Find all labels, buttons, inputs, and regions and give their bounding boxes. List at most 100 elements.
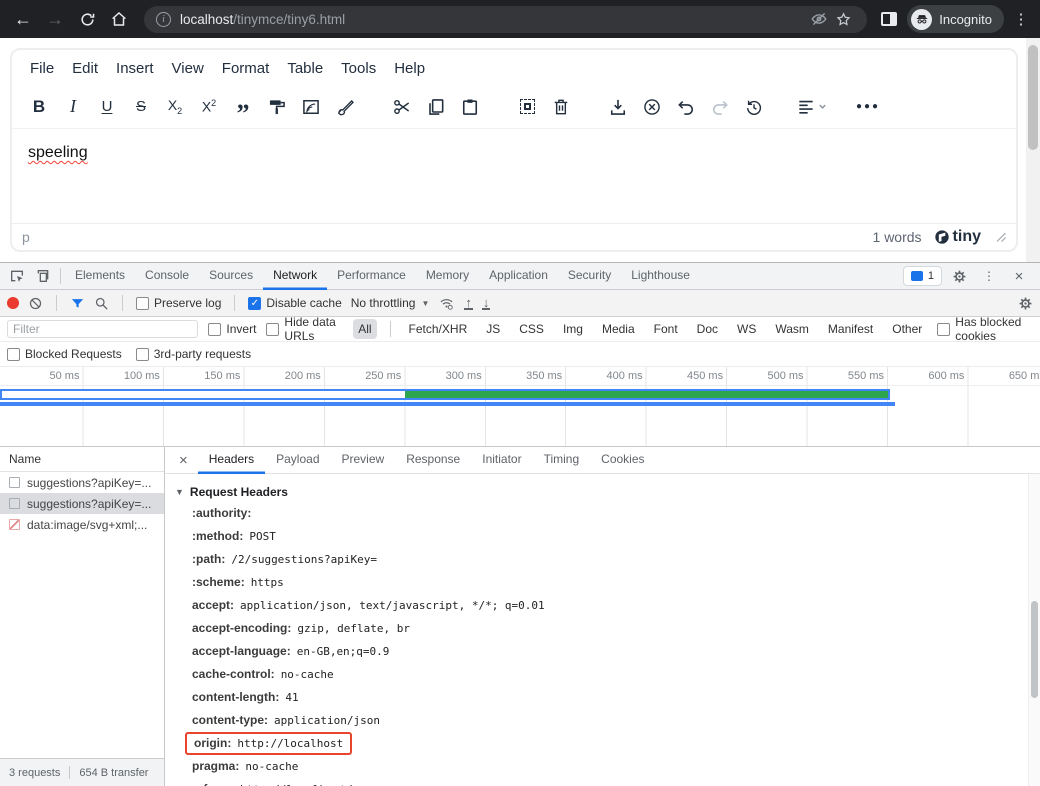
scrollbar-thumb[interactable] [1028,45,1038,150]
detail-tab-payload[interactable]: Payload [265,447,330,474]
detail-tab-cookies[interactable]: Cookies [590,447,655,474]
resource-filter-media[interactable]: Media [597,319,640,339]
bold-icon[interactable]: B [22,92,56,122]
page-info-icon[interactable]: i [156,12,171,27]
resource-filter-ws[interactable]: WS [732,319,761,339]
paste-icon[interactable] [453,92,487,122]
browser-menu-icon[interactable]: ⋮ [1010,10,1032,28]
word-count[interactable]: 1 words [873,229,922,245]
page-scrollbar[interactable] [1026,38,1040,262]
resource-filter-wasm[interactable]: Wasm [770,319,814,339]
network-overview-timeline[interactable]: 50 ms100 ms150 ms200 ms250 ms300 ms350 m… [0,367,1040,447]
home-icon[interactable] [104,4,134,34]
permanent-pen-icon[interactable] [328,92,362,122]
redo-icon[interactable] [703,92,737,122]
copy-icon[interactable] [419,92,453,122]
devtools-tab-memory[interactable]: Memory [416,263,479,290]
clear-network-log-icon[interactable] [28,296,43,311]
reload-icon[interactable] [72,4,102,34]
menu-view[interactable]: View [163,56,213,81]
has-blocked-cookies-checkbox[interactable]: Has blocked cookies [937,315,1033,343]
name-column-header[interactable]: Name [0,447,164,472]
tiny-brand[interactable]: tiny [934,228,981,246]
disable-cache-checkbox[interactable]: Disable cache [248,296,341,310]
strikethrough-icon[interactable]: S [124,92,158,122]
detail-tab-response[interactable]: Response [395,447,471,474]
request-row[interactable]: suggestions?apiKey=... [0,493,164,514]
devtools-settings-icon[interactable] [946,263,972,289]
side-panel-icon[interactable] [877,7,901,31]
undo-icon[interactable] [669,92,703,122]
resource-filter-css[interactable]: CSS [514,319,549,339]
editor-content-area[interactable]: speeling [12,128,1016,223]
resource-filter-img[interactable]: Img [558,319,588,339]
export-icon[interactable] [601,92,635,122]
superscript-icon[interactable]: X2 [192,92,226,122]
request-row[interactable]: data:image/svg+xml;... [0,514,164,535]
resource-filter-other[interactable]: Other [887,319,927,339]
subscript-icon[interactable]: X2 [158,92,192,122]
restore-draft-icon[interactable] [737,92,771,122]
resource-filter-fetch-xhr[interactable]: Fetch/XHR [404,319,473,339]
filter-input[interactable] [7,320,198,338]
network-settings-icon[interactable] [1018,296,1033,311]
devtools-tab-application[interactable]: Application [479,263,558,290]
bookmark-star-icon[interactable] [831,7,855,31]
image-frame-icon[interactable] [294,92,328,122]
close-detail-icon[interactable]: × [169,452,198,469]
format-painter-icon[interactable] [260,92,294,122]
devtools-tab-lighthouse[interactable]: Lighthouse [621,263,700,290]
resource-filter-all[interactable]: All [353,319,376,339]
cancel-icon[interactable] [635,92,669,122]
devtools-tab-console[interactable]: Console [135,263,199,290]
throttling-select[interactable]: No throttling ▼ [351,296,430,310]
network-conditions-icon[interactable] [438,296,455,311]
devtools-tab-network[interactable]: Network [263,263,327,290]
menu-edit[interactable]: Edit [63,56,107,81]
italic-icon[interactable]: I [56,92,90,122]
devtools-tab-sources[interactable]: Sources [199,263,263,290]
devtools-close-icon[interactable]: × [1006,263,1032,289]
resize-handle-icon[interactable] [997,233,1006,242]
menu-file[interactable]: File [21,56,63,81]
scrollbar-thumb[interactable] [1031,601,1038,698]
detail-tab-initiator[interactable]: Initiator [471,447,532,474]
tracking-protection-off-icon[interactable] [807,7,831,31]
resource-filter-doc[interactable]: Doc [692,319,723,339]
element-path[interactable]: p [22,229,30,245]
export-har-icon[interactable]: ↓ [482,297,491,310]
delete-icon[interactable] [544,92,578,122]
forward-icon[interactable]: → [40,4,70,34]
invert-checkbox[interactable]: Invert [208,322,256,336]
underline-icon[interactable]: U [90,92,124,122]
cut-icon[interactable] [385,92,419,122]
device-toolbar-icon[interactable] [30,263,56,289]
request-row[interactable]: suggestions?apiKey=... [0,472,164,493]
more-options-icon[interactable]: ●●● [851,92,885,122]
detail-tab-timing[interactable]: Timing [533,447,591,474]
issues-counter[interactable]: 1 [903,266,942,286]
detail-scrollbar[interactable] [1028,474,1040,786]
resource-filter-font[interactable]: Font [649,319,683,339]
align-left-icon[interactable] [794,92,828,122]
inspect-element-icon[interactable] [4,263,30,289]
search-icon[interactable] [94,296,109,311]
select-all-icon[interactable] [510,92,544,122]
resource-filter-manifest[interactable]: Manifest [823,319,878,339]
devtools-tab-performance[interactable]: Performance [327,263,416,290]
incognito-badge[interactable]: Incognito [907,5,1004,33]
record-network-log-icon[interactable] [7,297,19,309]
menu-help[interactable]: Help [385,56,434,81]
devtools-tab-elements[interactable]: Elements [65,263,135,290]
preserve-log-checkbox[interactable]: Preserve log [136,296,221,310]
detail-tab-preview[interactable]: Preview [331,447,396,474]
filter-toggle-icon[interactable] [70,296,85,311]
menu-table[interactable]: Table [278,56,332,81]
devtools-tab-security[interactable]: Security [558,263,621,290]
request-headers-section[interactable]: ▼ Request Headers [175,485,1026,499]
address-bar[interactable]: i localhost/tinymce/tiny6.html [144,6,867,33]
back-icon[interactable]: ← [8,4,38,34]
devtools-menu-icon[interactable]: ⋮ [976,263,1002,289]
import-har-icon[interactable]: ↑ [464,297,473,310]
third-party-requests-checkbox[interactable]: 3rd-party requests [136,347,251,361]
